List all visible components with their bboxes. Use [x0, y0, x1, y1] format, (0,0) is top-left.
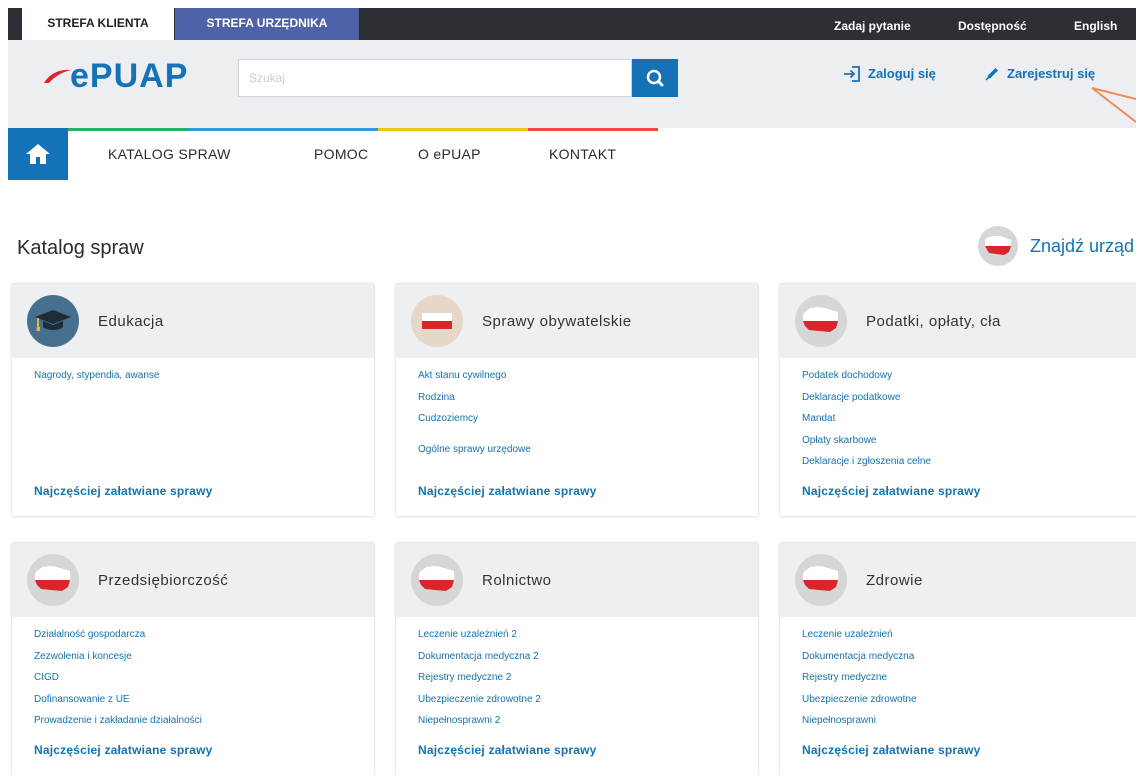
category-card-business: Przedsiębiorczość Działalność gospodarcz…: [12, 543, 374, 775]
nav-color-stripe: [68, 128, 188, 131]
main-nav: KATALOG SPRAW POMOC O ePUAP KONTAKT: [8, 128, 1136, 180]
list-item[interactable]: Ubezpieczenie zdrowotne 2: [418, 693, 541, 715]
most-common-link[interactable]: Najczęściej załatwiane sprawy: [418, 484, 597, 498]
annotation-arrow: [1091, 87, 1136, 123]
english-link[interactable]: English: [1074, 8, 1117, 40]
top-bar: STREFA KLIENTA STREFA URZĘDNIKA Zadaj py…: [0, 0, 1136, 40]
register-link[interactable]: Zarejestruj się: [984, 64, 1095, 84]
card-links: Podatek dochodowy Deklaracje podatkowe M…: [802, 369, 931, 477]
graduation-cap-icon: [27, 295, 79, 347]
nav-item-about[interactable]: O ePUAP: [418, 146, 481, 162]
list-item[interactable]: Prowadzenie i zakładanie działalności: [34, 714, 202, 736]
card-links: Działalność gospodarcza Zezwolenia i kon…: [34, 628, 202, 736]
card-title: Rolnictwo: [482, 571, 552, 589]
most-common-link[interactable]: Najczęściej załatwiane sprawy: [802, 743, 981, 757]
card-header[interactable]: Edukacja: [12, 284, 374, 358]
category-card-health: Zdrowie Leczenie uzależnień Dokumentacja…: [780, 543, 1136, 775]
nav-item-contact[interactable]: KONTAKT: [549, 146, 616, 162]
list-item[interactable]: Leczenie uzależnień: [802, 628, 917, 650]
category-card-education: Edukacja Nagrody, stypendia, awanse Najc…: [12, 284, 374, 516]
epuap-logo[interactable]: ePUAP: [42, 56, 188, 96]
logo-swoosh-icon: [44, 69, 71, 83]
list-item[interactable]: Deklaracje podatkowe: [802, 391, 931, 413]
accessibility-link[interactable]: Dostępność: [958, 8, 1027, 40]
header: ePUAP Zaloguj się Zarejestruj się: [8, 40, 1136, 128]
tab-client-zone[interactable]: STREFA KLIENTA: [22, 8, 174, 40]
nav-item-catalog[interactable]: KATALOG SPRAW: [108, 146, 231, 162]
home-icon: [26, 144, 50, 164]
list-item[interactable]: Dokumentacja medyczna 2: [418, 650, 541, 672]
list-item[interactable]: Rejestry medyczne 2: [418, 671, 541, 693]
category-card-agriculture: Rolnictwo Leczenie uzależnień 2 Dokument…: [396, 543, 758, 775]
pencil-icon: [985, 68, 998, 81]
card-links: Akt stanu cywilnego Rodzina Cudzoziemcy …: [418, 369, 531, 464]
list-item[interactable]: Opłaty skarbowe: [802, 434, 931, 456]
list-item[interactable]: CIGD: [34, 671, 202, 693]
list-item[interactable]: Niepełnosprawni 2: [418, 714, 541, 736]
ask-question-link[interactable]: Zadaj pytanie: [834, 8, 911, 40]
list-item[interactable]: Nagrody, stypendia, awanse: [34, 369, 159, 391]
poland-map-icon: [411, 554, 463, 606]
tab-official-zone[interactable]: STREFA URZĘDNIKA: [175, 8, 359, 40]
list-item[interactable]: Niepełnosprawni: [802, 714, 917, 736]
list-item[interactable]: Dofinansowanie z UE: [34, 693, 202, 715]
card-title: Podatki, opłaty, cła: [866, 312, 1001, 330]
list-item[interactable]: Podatek dochodowy: [802, 369, 931, 391]
find-office-link[interactable]: Znajdź urząd: [978, 226, 1134, 266]
nav-color-stripe: [188, 128, 378, 131]
card-title: Edukacja: [98, 312, 164, 330]
logo-text: ePUAP: [70, 56, 189, 95]
most-common-link[interactable]: Najczęściej załatwiane sprawy: [34, 484, 213, 498]
list-item[interactable]: Cudzoziemcy: [418, 412, 531, 434]
list-item[interactable]: Ubezpieczenie zdrowotne: [802, 693, 917, 715]
card-header[interactable]: Zdrowie: [780, 543, 1136, 617]
find-office-label: Znajdź urząd: [1030, 235, 1135, 256]
list-item[interactable]: Zezwolenia i koncesje: [34, 650, 202, 672]
list-item[interactable]: Dokumentacja medyczna: [802, 650, 917, 672]
card-header[interactable]: Rolnictwo: [396, 543, 758, 617]
poland-map-icon: [795, 295, 847, 347]
register-label: Zarejestruj się: [1007, 66, 1096, 81]
list-item[interactable]: Rodzina: [418, 391, 531, 413]
most-common-link[interactable]: Najczęściej załatwiane sprawy: [34, 743, 213, 757]
card-title: Sprawy obywatelskie: [482, 312, 632, 330]
list-item[interactable]: Leczenie uzależnień 2: [418, 628, 541, 650]
most-common-link[interactable]: Najczęściej załatwiane sprawy: [802, 484, 981, 498]
category-card-taxes: Podatki, opłaty, cła Podatek dochodowy D…: [780, 284, 1136, 516]
list-item[interactable]: Mandat: [802, 412, 931, 434]
nav-color-stripe: [528, 128, 658, 131]
nav-item-help[interactable]: POMOC: [314, 146, 368, 162]
card-links: Nagrody, stypendia, awanse: [34, 369, 159, 391]
search-input[interactable]: [238, 59, 632, 97]
list-item[interactable]: Deklaracje i zgłoszenia celne: [802, 455, 931, 477]
page-title: Katalog spraw: [17, 237, 144, 259]
list-item[interactable]: Ogólne sprawy urzędowe: [418, 443, 531, 465]
login-label: Zaloguj się: [868, 66, 936, 81]
flag-icon: [411, 295, 463, 347]
login-icon: [844, 66, 860, 82]
card-links: Leczenie uzależnień Dokumentacja medyczn…: [802, 628, 917, 736]
nav-color-stripe: [378, 128, 528, 131]
card-header[interactable]: Podatki, opłaty, cła: [780, 284, 1136, 358]
card-links: Leczenie uzależnień 2 Dokumentacja medyc…: [418, 628, 541, 736]
list-item[interactable]: Akt stanu cywilnego: [418, 369, 531, 391]
most-common-link[interactable]: Najczęściej załatwiane sprawy: [418, 743, 597, 757]
list-item[interactable]: Działalność gospodarcza: [34, 628, 202, 650]
search-button[interactable]: [632, 59, 678, 97]
card-title: Przedsiębiorczość: [98, 571, 229, 589]
poland-map-icon: [978, 226, 1018, 266]
list-item[interactable]: Rejestry medyczne: [802, 671, 917, 693]
poland-map-icon: [27, 554, 79, 606]
home-button[interactable]: [8, 128, 68, 180]
category-card-civil-affairs: Sprawy obywatelskie Akt stanu cywilnego …: [396, 284, 758, 516]
login-link[interactable]: Zaloguj się: [843, 64, 936, 84]
card-header[interactable]: Sprawy obywatelskie: [396, 284, 758, 358]
card-title: Zdrowie: [866, 571, 923, 589]
card-header[interactable]: Przedsiębiorczość: [12, 543, 374, 617]
search-icon: [646, 69, 664, 87]
poland-map-icon: [795, 554, 847, 606]
